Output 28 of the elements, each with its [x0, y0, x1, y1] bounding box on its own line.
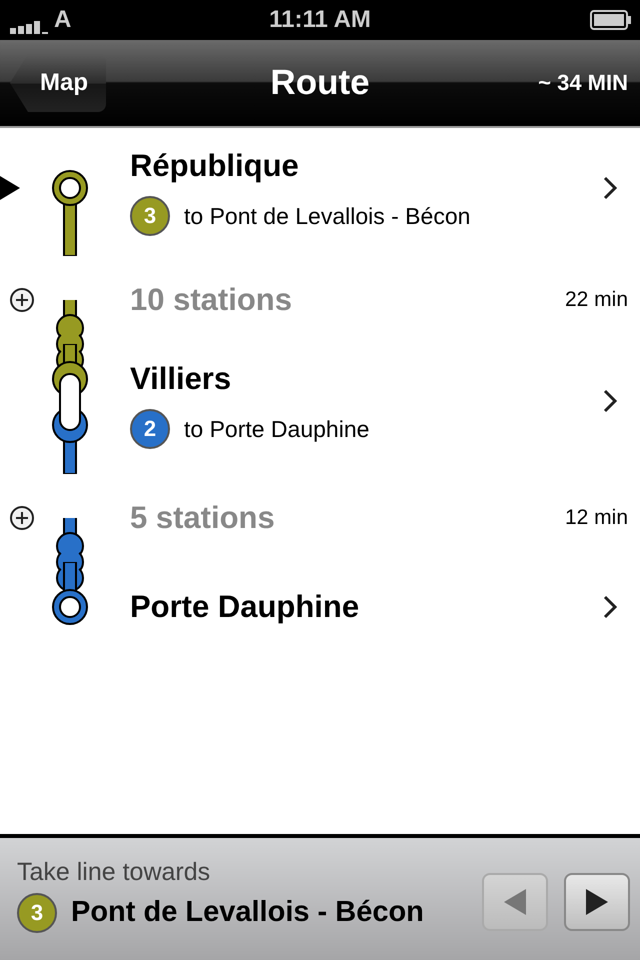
stations-count: 5 stations: [130, 500, 276, 536]
chevron-icon[interactable]: [602, 594, 618, 620]
station-name: Villiers: [130, 361, 232, 397]
line-direction: to Porte Dauphine: [184, 416, 370, 442]
status-time: 11:11 AM: [269, 6, 371, 34]
left-arrow-icon: [502, 887, 528, 917]
right-arrow-icon: [584, 887, 610, 917]
segment-time: 12 min: [564, 506, 629, 530]
destination-name: Pont de Levallois - Bécon: [71, 896, 424, 929]
footer-label: Take line towards: [17, 858, 212, 886]
screen-title: Route: [270, 63, 370, 103]
stations-count: 10 stations: [130, 282, 293, 318]
station-name: Porte Dauphine: [130, 589, 360, 625]
chevron-icon[interactable]: [602, 175, 618, 201]
chevron-icon[interactable]: [602, 388, 618, 414]
station-name: République: [130, 148, 299, 184]
signal-icon: [10, 20, 48, 34]
line-direction: to Pont de Levallois - Bécon: [184, 202, 470, 230]
expand-icon[interactable]: [9, 287, 35, 313]
next-button[interactable]: [564, 873, 630, 931]
line-badge: 3: [130, 196, 170, 236]
total-duration: ~ 34 MIN: [538, 70, 628, 96]
line-badge: 2: [130, 409, 170, 449]
carrier-label: A: [54, 6, 72, 34]
line-badge: 3: [17, 892, 57, 932]
segment-time: 22 min: [564, 288, 629, 312]
expand-icon[interactable]: [9, 505, 35, 531]
battery-icon: [590, 10, 632, 30]
